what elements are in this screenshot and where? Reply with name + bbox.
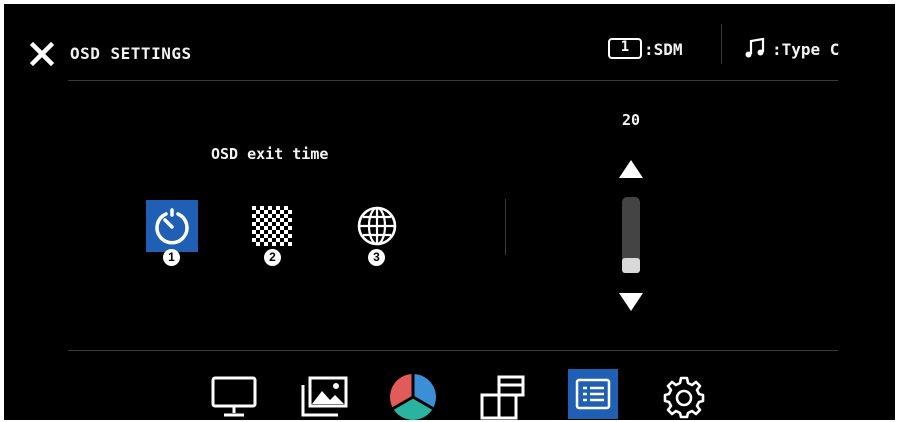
header-divider (721, 24, 722, 64)
osd-screen: OSD SETTINGS 1 :SDM :Type C OSD exit tim… (4, 4, 895, 420)
timer-icon (155, 208, 189, 245)
color-icon (390, 374, 436, 420)
option-badge-3: 3 (368, 249, 385, 266)
checkerboard-icon (252, 206, 292, 246)
header-separator (68, 80, 838, 81)
option-language[interactable] (351, 200, 403, 252)
globe-icon (357, 206, 397, 246)
osd-menu-icon (575, 378, 611, 410)
tab-picture[interactable] (299, 372, 349, 420)
music-note-icon (745, 37, 765, 58)
gear-icon (663, 376, 705, 419)
tab-display[interactable] (209, 372, 259, 420)
page-title: OSD SETTINGS (70, 44, 192, 63)
option-badge-2: 2 (264, 249, 281, 266)
tab-color[interactable] (388, 372, 438, 420)
input-source-icon: 1 (608, 38, 642, 59)
input-source-number: 1 (620, 39, 630, 55)
close-icon[interactable] (30, 42, 54, 66)
section-label: OSD exit time (211, 145, 329, 163)
arrow-down-icon[interactable] (618, 292, 644, 312)
slider-value: 20 (621, 111, 641, 129)
option-transparency[interactable] (246, 200, 298, 252)
audio-source-label: :Type C (772, 40, 840, 59)
footer-separator (68, 350, 838, 351)
input-source-label: :SDM (644, 40, 683, 59)
arrow-up-icon[interactable] (618, 159, 644, 179)
slider-fill (622, 258, 640, 273)
tab-multi-view[interactable] (478, 372, 528, 420)
image-icon (301, 376, 348, 417)
option-timer[interactable] (146, 200, 198, 252)
pip-icon (480, 375, 525, 420)
tab-system-settings[interactable] (659, 372, 709, 420)
tab-osd-settings[interactable] (568, 369, 618, 419)
slider-track[interactable] (622, 197, 640, 273)
monitor-icon (211, 376, 257, 417)
option-badge-1: 1 (163, 249, 180, 266)
content-divider (505, 199, 506, 255)
